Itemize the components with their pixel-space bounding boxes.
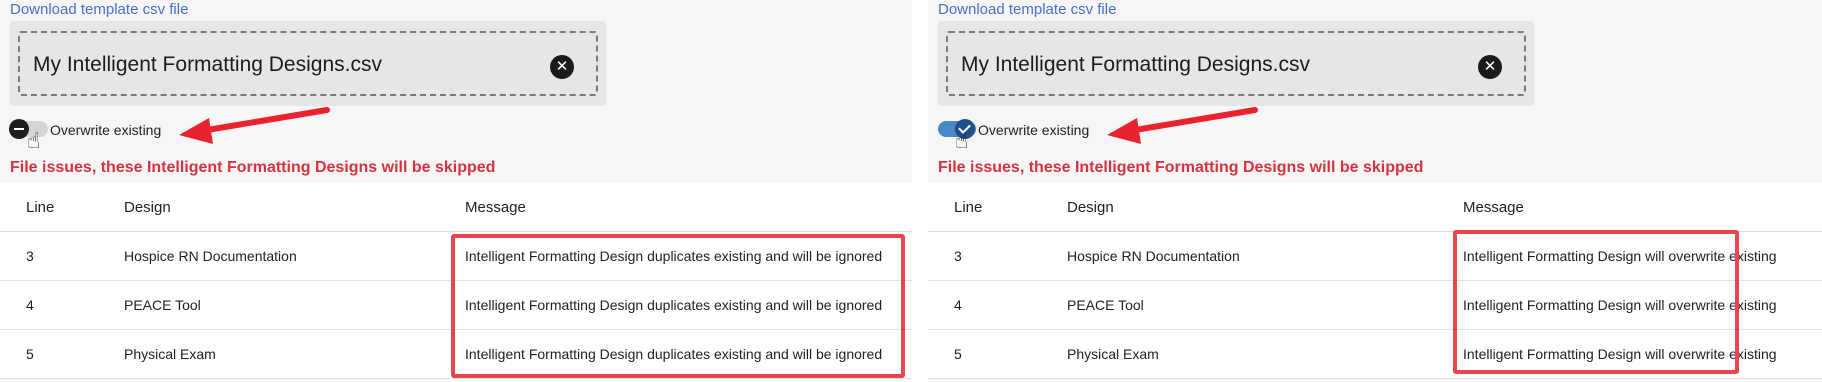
file-issues-heading: File issues, these Intelligent Formattin…: [938, 159, 1424, 176]
row-design: Hospice RN Documentation: [1067, 248, 1240, 264]
download-template-link[interactable]: Download template csv file: [10, 0, 188, 20]
hand-pointer-icon: ☝: [27, 128, 41, 153]
column-header-line: Line: [26, 199, 55, 216]
red-arrow-annotation: [179, 107, 330, 144]
row-line: 4: [954, 297, 962, 313]
close-circle-icon[interactable]: ✕: [1478, 55, 1502, 79]
row-design: Physical Exam: [1067, 346, 1159, 362]
panel-divider: [912, 0, 928, 382]
column-header-message: Message: [465, 199, 526, 216]
right-panel: Download template csv file My Intelligen…: [928, 0, 1822, 382]
row-design: PEACE Tool: [1067, 297, 1144, 313]
column-header-design: Design: [1067, 199, 1114, 216]
close-circle-icon[interactable]: ✕: [550, 55, 574, 79]
row-design: Hospice RN Documentation: [124, 248, 297, 264]
row-line: 5: [954, 346, 962, 362]
overwrite-toggle-label[interactable]: Overwrite existing: [978, 120, 1089, 140]
row-design: Physical Exam: [124, 346, 216, 362]
row-line: 3: [954, 248, 962, 264]
row-line: 4: [26, 297, 34, 313]
file-name: My Intelligent Formatting Designs.csv: [961, 53, 1310, 76]
red-arrow-annotation: [1107, 107, 1258, 144]
table-header: Line Design Message: [928, 183, 1822, 232]
message-highlight-box: [451, 234, 905, 378]
file-dropzone[interactable]: My Intelligent Formatting Designs.csv ✕: [938, 21, 1534, 106]
column-header-line: Line: [954, 199, 983, 216]
table-header: Line Design Message: [0, 183, 912, 232]
row-design: PEACE Tool: [124, 297, 201, 313]
download-template-link[interactable]: Download template csv file: [938, 0, 1116, 20]
file-name: My Intelligent Formatting Designs.csv: [33, 53, 382, 76]
hand-pointer-icon: ☝: [955, 128, 969, 153]
minus-icon: [14, 128, 24, 130]
file-dropzone[interactable]: My Intelligent Formatting Designs.csv ✕: [10, 21, 606, 106]
toggle-knob: [9, 119, 29, 139]
left-panel: Download template csv file My Intelligen…: [0, 0, 912, 382]
dropzone-border: My Intelligent Formatting Designs.csv ✕: [18, 31, 598, 96]
overwrite-toggle-label[interactable]: Overwrite existing: [50, 120, 161, 140]
column-header-message: Message: [1463, 199, 1524, 216]
row-line: 3: [26, 248, 34, 264]
dropzone-border: My Intelligent Formatting Designs.csv ✕: [946, 31, 1526, 96]
message-highlight-box: [1453, 230, 1739, 374]
column-header-design: Design: [124, 199, 171, 216]
file-issues-heading: File issues, these Intelligent Formattin…: [10, 159, 496, 176]
row-line: 5: [26, 346, 34, 362]
